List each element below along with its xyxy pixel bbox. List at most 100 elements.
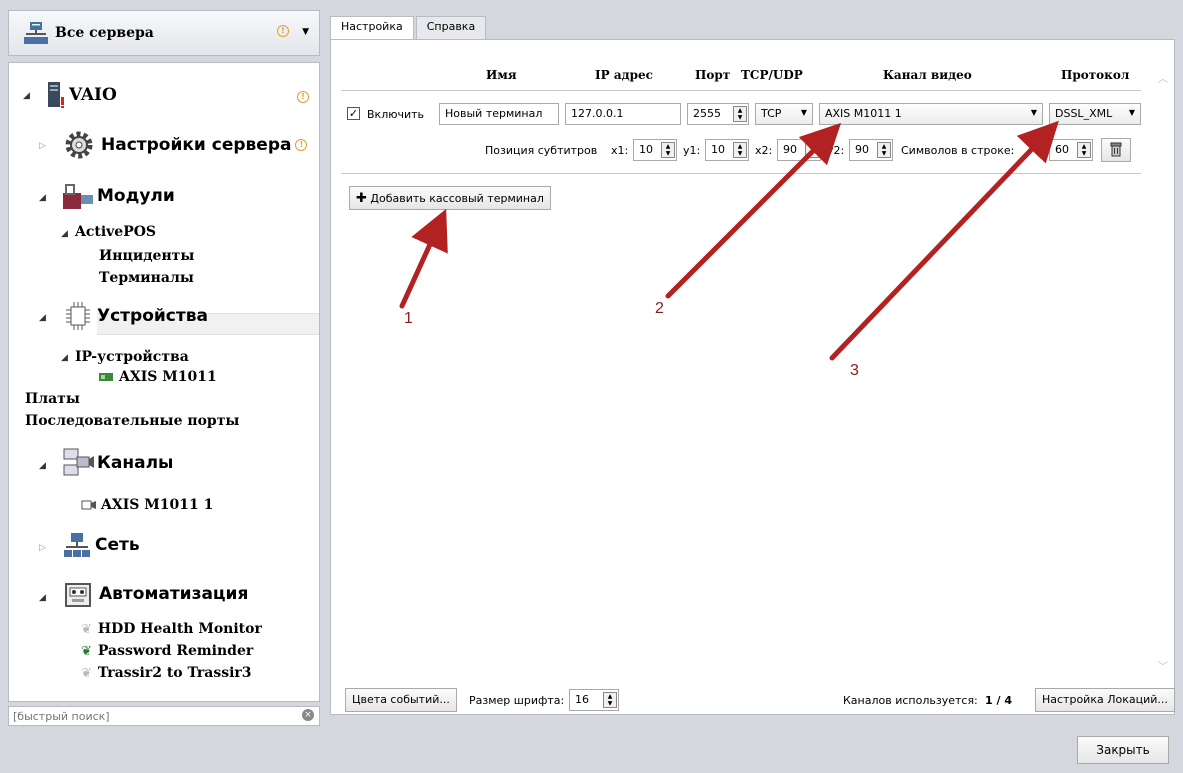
protocol-value: DSSL_XML — [1055, 107, 1113, 120]
chars-value: 60 — [1055, 143, 1069, 156]
tree-label: Каналы — [97, 453, 174, 473]
tree-label: Trassir2 to Trassir3 — [97, 665, 252, 681]
channels-used-label: Каналов используется: — [843, 694, 978, 707]
spinner-icon[interactable]: ▲ ▼ — [1077, 142, 1091, 158]
column-header-tcpudp: TCP/UDP — [741, 68, 803, 82]
scroll-up-icon[interactable]: ︿ — [1158, 70, 1168, 85]
transport-select[interactable]: TCP ▼ — [755, 103, 813, 125]
expand-arrow-icon[interactable]: ◢ — [61, 353, 68, 363]
tree-item-server[interactable]: VAIO — [45, 81, 117, 109]
tree-item-channels[interactable]: Каналы — [63, 447, 173, 479]
locations-settings-button[interactable]: Настройка Локаций... — [1035, 688, 1175, 712]
divider — [341, 90, 1141, 91]
chevron-down-icon[interactable]: ▼ — [302, 27, 309, 37]
tree-label: Последовательные порты — [25, 413, 240, 429]
font-size-field[interactable]: 16 ▲ ▼ — [569, 689, 619, 711]
tree-item-script-hdd[interactable]: ❦ HDD Health Monitor — [81, 621, 262, 637]
tree-item-automation[interactable]: Автоматизация — [63, 579, 248, 609]
expand-arrow-icon[interactable]: ◢ — [23, 91, 30, 101]
script-icon: ❦ — [81, 665, 92, 681]
x1-field[interactable]: 10 ▲ ▼ — [633, 139, 677, 161]
tree-item-modules[interactable]: Модули — [61, 181, 175, 211]
tree-label: AXIS M1011 1 — [101, 497, 214, 513]
warning-icon: ! — [297, 91, 309, 103]
spinner-icon[interactable]: ▲ ▼ — [733, 142, 747, 158]
tree-item-axis-channel[interactable]: AXIS M1011 1 — [81, 497, 213, 513]
tab-help[interactable]: Справка — [415, 16, 487, 40]
chars-per-line-label: Символов в строке: — [901, 144, 1015, 157]
ip-address-field[interactable]: 127.0.0.1 — [565, 103, 681, 125]
expand-arrow-icon[interactable]: ◢ — [39, 313, 46, 323]
expand-arrow-icon[interactable]: ◢ — [39, 461, 46, 471]
y2-field[interactable]: 90 ▲ ▼ — [849, 139, 893, 161]
y1-label: y1: — [683, 144, 701, 157]
clear-search-icon[interactable]: × — [302, 709, 314, 721]
scroll-down-icon[interactable]: ﹀ — [1158, 658, 1168, 673]
y1-field[interactable]: 10 ▲ ▼ — [705, 139, 749, 161]
spinner-icon[interactable]: ▲ ▼ — [661, 142, 675, 158]
tree-item-devices[interactable]: Устройства — [63, 301, 208, 331]
servers-icon — [24, 22, 48, 44]
expand-arrow-icon[interactable]: ◢ — [61, 229, 68, 239]
tree-item-serial-ports[interactable]: Последовательные порты — [25, 413, 239, 429]
font-size-value: 16 — [575, 693, 589, 706]
tree-item-network[interactable]: Сеть — [63, 531, 140, 559]
spinner-icon[interactable]: ▲ ▼ — [733, 106, 747, 122]
cameras-icon — [63, 448, 94, 476]
spinner-icon[interactable]: ▲ ▼ — [603, 692, 617, 708]
chevron-down-icon: ▼ — [1030, 108, 1037, 117]
channel-value: AXIS M1011 1 — [825, 107, 902, 120]
add-terminal-button[interactable]: ✚ Добавить кассовый терминал — [349, 186, 551, 210]
tree-item-terminals[interactable]: Терминалы — [99, 270, 194, 286]
tree-label: Password Reminder — [97, 643, 254, 659]
script-icon: ❦ — [81, 621, 92, 637]
camera-icon — [81, 500, 96, 510]
tree-item-script-password[interactable]: ❦ Password Reminder — [81, 643, 253, 659]
port-field[interactable]: 2555 ▲ ▼ — [687, 103, 749, 125]
x1-value: 10 — [639, 143, 653, 156]
x1-label: x1: — [611, 144, 629, 157]
x2-label: x2: — [755, 144, 773, 157]
delete-terminal-button[interactable] — [1101, 138, 1131, 162]
expand-arrow-icon[interactable]: ◢ — [39, 193, 46, 203]
network-icon — [64, 533, 90, 557]
tree-label: IP-устройства — [75, 349, 189, 365]
server-selector[interactable]: Все сервера ! ▼ — [8, 10, 320, 56]
annotation-label-2: 2 — [655, 300, 664, 317]
chars-per-line-field[interactable]: 60 ▲ ▼ — [1049, 139, 1093, 161]
tree-item-server-settings[interactable]: Настройки сервера ! — [63, 129, 308, 161]
modules-icon — [63, 184, 93, 209]
tree-item-boards[interactable]: Платы — [25, 391, 80, 407]
tree-label: AXIS M1011 — [119, 369, 217, 385]
x2-field[interactable]: 90 ▲ ▼ — [777, 139, 821, 161]
tree-item-activepos[interactable]: ActivePOS — [75, 224, 156, 240]
tree-item-ip-devices[interactable]: IP-устройства — [75, 349, 189, 365]
collapsed-arrow-icon[interactable]: ▷ — [39, 543, 46, 553]
tree-label: Автоматизация — [99, 584, 249, 604]
font-size-label: Размер шрифта: — [469, 694, 565, 707]
video-channel-select[interactable]: AXIS M1011 1 ▼ — [819, 103, 1043, 125]
tree-label: Платы — [25, 391, 80, 407]
terminal-name-field[interactable]: Новый терминал — [439, 103, 559, 125]
spinner-icon[interactable]: ▲ ▼ — [805, 142, 819, 158]
tree-label: ActivePOS — [75, 224, 157, 240]
collapsed-arrow-icon[interactable]: ▷ — [39, 141, 46, 151]
port-value: 2555 — [693, 107, 721, 120]
quick-search-input[interactable] — [8, 706, 320, 726]
expand-arrow-icon[interactable]: ◢ — [39, 593, 46, 603]
tree-item-script-trassir[interactable]: ❦ Trassir2 to Trassir3 — [81, 665, 252, 681]
y2-label: y2: — [827, 144, 845, 157]
close-button[interactable]: Закрыть — [1077, 736, 1169, 764]
robot-icon — [65, 583, 91, 607]
event-colors-button[interactable]: Цвета событий... — [345, 688, 457, 712]
spinner-icon[interactable]: ▲ ▼ — [877, 142, 891, 158]
tree-item-axis-device[interactable]: AXIS M1011 — [99, 369, 217, 385]
left-panel: Все сервера ! ▼ ◢ VAIO ! ▷ Настройки сер… — [8, 10, 320, 728]
tree-item-incidents[interactable]: Инциденты — [99, 248, 194, 264]
enable-checkbox[interactable]: ✓ — [347, 107, 360, 120]
server-tree: ◢ VAIO ! ▷ Настройки сервера ! ◢ Модули … — [8, 62, 320, 702]
warning-icon: ! — [277, 25, 289, 37]
protocol-select[interactable]: DSSL_XML ▼ — [1049, 103, 1141, 125]
enable-label: Включить — [367, 108, 425, 121]
y1-value: 10 — [711, 143, 725, 156]
